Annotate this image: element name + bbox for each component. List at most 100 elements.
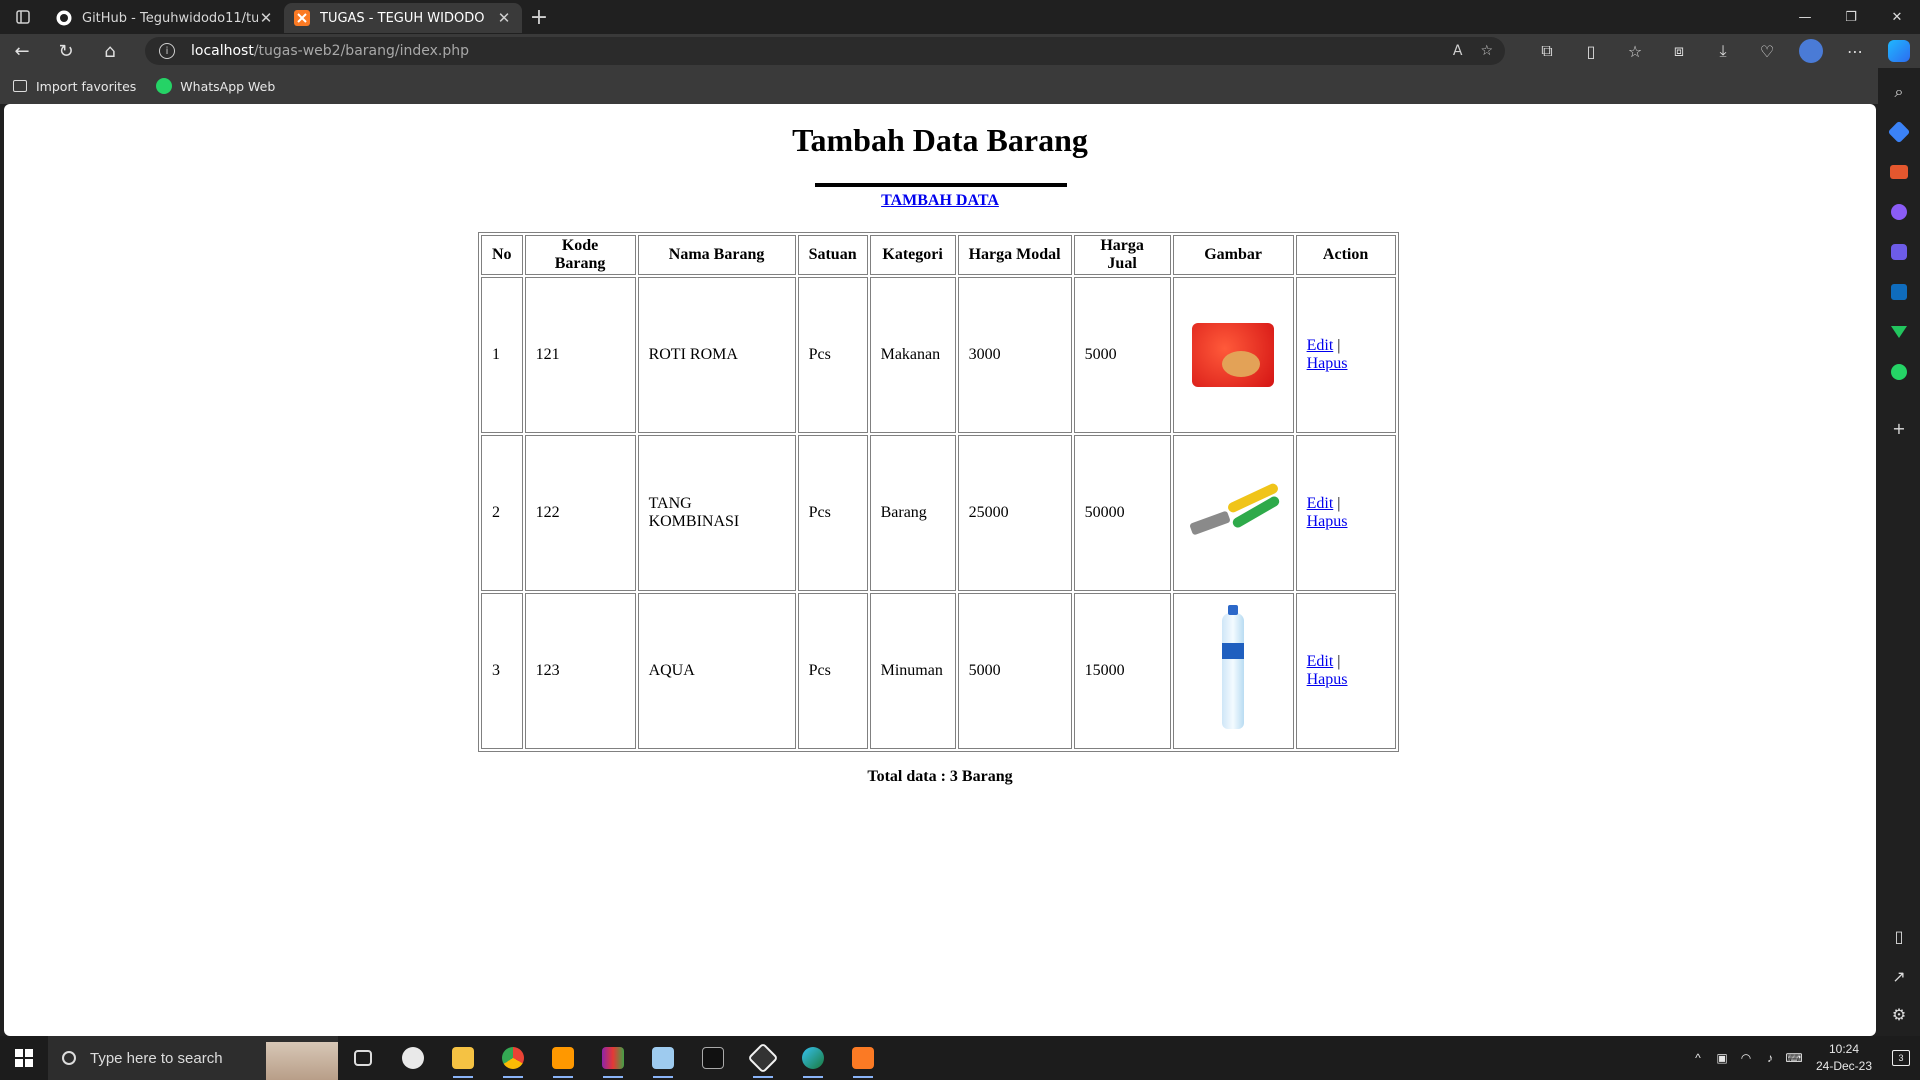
windows-icon [15,1049,33,1067]
column-header: Kode Barang [524,235,636,275]
cell-action: Edit | Hapus [1295,435,1396,591]
minimize-icon[interactable]: — [1782,0,1828,34]
home-icon[interactable]: ⌂ [88,34,132,68]
tab-github[interactable]: GitHub - Teguhwidodo11/tugas- ✕ [46,3,284,33]
downloads-icon[interactable]: ⤓ [1701,34,1745,68]
add-data-link[interactable]: TAMBAH DATA [881,192,999,209]
taskbar-search-box[interactable]: Type here to search [48,1036,338,1080]
more-options-icon[interactable]: ⋯ [1833,34,1877,68]
tab-close-icon[interactable]: ✕ [496,9,512,27]
favorite-label: Import favorites [36,78,137,94]
page-viewport: Tambah Data Barang TAMBAH DATA No Kode B… [4,104,1876,1036]
favorites-icon[interactable]: ☆ [1613,34,1657,68]
split-screen-icon[interactable]: ▯ [1569,34,1613,68]
task-view-icon[interactable] [338,1036,388,1080]
cell-harga-modal: 5000 [957,593,1072,749]
start-button[interactable] [0,1036,48,1080]
sidebar-tools-icon[interactable] [1887,160,1911,184]
refresh-icon[interactable]: ↻ [44,34,88,68]
read-aloud-icon[interactable]: A [1453,43,1463,59]
delete-link[interactable]: Hapus [1307,671,1348,688]
file-explorer-icon[interactable] [438,1036,488,1080]
search-icon [62,1051,76,1065]
git-icon[interactable] [738,1036,788,1080]
keyboard-icon[interactable]: ⌨ [1782,1051,1806,1065]
terminal-icon[interactable] [688,1036,738,1080]
tab-tugas[interactable]: TUGAS - TEGUH WIDODO ✕ [284,3,522,33]
sidebar-search-icon[interactable]: ⌕ [1887,80,1911,104]
edge-icon[interactable] [788,1036,838,1080]
sidebar-panel-icon[interactable]: ▯ [1887,924,1911,948]
cell-kode: 122 [524,435,636,591]
favorite-whatsapp[interactable]: WhatsApp Web [156,78,275,94]
sidebar-office-icon[interactable] [1887,240,1911,264]
tray-clock[interactable]: 10:24 24-Dec-23 [1806,1041,1882,1075]
clock-time: 10:24 [1828,1042,1860,1056]
cell-satuan: Pcs [797,277,868,433]
toolbar-icons: ⧉ ▯ ☆ ⧈ ⤓ ♡ ⋯ [1525,34,1920,68]
tab-actions-icon[interactable] [0,0,46,34]
volume-icon[interactable]: ♪ [1758,1051,1782,1065]
search-highlight-image [266,1042,338,1080]
url-path: /tugas-web2/barang/index.php [253,43,469,59]
wifi-icon[interactable]: ◠ [1734,1051,1758,1065]
sidebar-outlook-icon[interactable] [1887,280,1911,304]
winrar-icon[interactable] [588,1036,638,1080]
table-row: 1 121 ROTI ROMA Pcs Makanan 3000 5000 Ed… [481,277,1396,433]
table-row: 3 123 AQUA Pcs Minuman 5000 15000 Edit |… [481,593,1396,749]
tab-strip: GitHub - Teguhwidodo11/tugas- ✕ TUGAS - … [0,0,1920,34]
action-separator: | [1337,495,1341,512]
cell-gambar [1172,593,1294,749]
sidebar-send-icon[interactable] [1887,320,1911,344]
sublime-text-icon[interactable] [538,1036,588,1080]
cell-nama: TANG KOMBINASI [637,435,796,591]
address-bar[interactable]: i localhost/tugas-web2/barang/index.php … [145,37,1505,65]
cell-nama: ROTI ROMA [637,277,796,433]
edit-link[interactable]: Edit [1307,653,1334,670]
cell-gambar [1172,435,1294,591]
notification-icon[interactable]: 3 [1882,1036,1920,1080]
sidebar-add-icon[interactable]: + [1887,416,1911,440]
favorite-star-icon[interactable]: ☆ [1480,43,1493,59]
browser-toolbar: ← ↻ ⌂ i localhost/tugas-web2/barang/inde… [0,34,1920,68]
windows-taskbar: Type here to search ^ ▣ ◠ ♪ ⌨ 10:24 24-D… [0,1036,1920,1080]
close-window-icon[interactable]: ✕ [1874,0,1920,34]
edit-link[interactable]: Edit [1307,337,1334,354]
copilot-icon[interactable] [1877,34,1920,68]
chrome-icon[interactable] [488,1036,538,1080]
site-info-icon[interactable]: i [159,43,175,59]
sidebar-external-icon[interactable]: ↗ [1887,964,1911,988]
notepad-icon[interactable] [638,1036,688,1080]
new-tab-icon[interactable]: + [522,0,556,34]
tray-device-icon[interactable]: ▣ [1710,1051,1734,1065]
delete-link[interactable]: Hapus [1307,513,1348,530]
table-header-row: No Kode Barang Nama Barang Satuan Katego… [481,235,1396,275]
edge-sidebar: ⌕ + ▯ ↗ ⚙ [1878,68,1920,1036]
cell-kategori: Makanan [869,277,956,433]
favorite-import[interactable]: Import favorites [12,78,136,94]
github-icon [56,10,72,26]
restore-icon[interactable]: ❐ [1828,0,1874,34]
system-tray: ^ ▣ ◠ ♪ ⌨ 10:24 24-Dec-23 3 [1686,1036,1920,1080]
sidebar-shopping-icon[interactable] [1887,120,1911,144]
favorite-label: WhatsApp Web [180,78,276,94]
browser-essentials-icon[interactable]: ♡ [1745,34,1789,68]
edit-link[interactable]: Edit [1307,495,1334,512]
extensions-icon[interactable]: ⧉ [1525,34,1569,68]
collections-icon[interactable]: ⧈ [1657,34,1701,68]
sidebar-games-icon[interactable] [1887,200,1911,224]
tray-chevron-icon[interactable]: ^ [1686,1051,1710,1065]
xampp-taskbar-icon[interactable] [838,1036,888,1080]
back-icon[interactable]: ← [0,34,44,68]
sidebar-settings-icon[interactable]: ⚙ [1887,1002,1911,1026]
sidebar-whatsapp-icon[interactable] [1887,360,1911,384]
import-favorites-icon [12,78,28,94]
cell-action: Edit | Hapus [1295,593,1396,749]
paint-app-icon[interactable] [388,1036,438,1080]
profile-avatar[interactable] [1799,39,1823,63]
column-header: Kategori [869,235,956,275]
cell-harga-jual: 5000 [1073,277,1171,433]
tab-close-icon[interactable]: ✕ [258,9,274,27]
delete-link[interactable]: Hapus [1307,355,1348,372]
cell-action: Edit | Hapus [1295,277,1396,433]
